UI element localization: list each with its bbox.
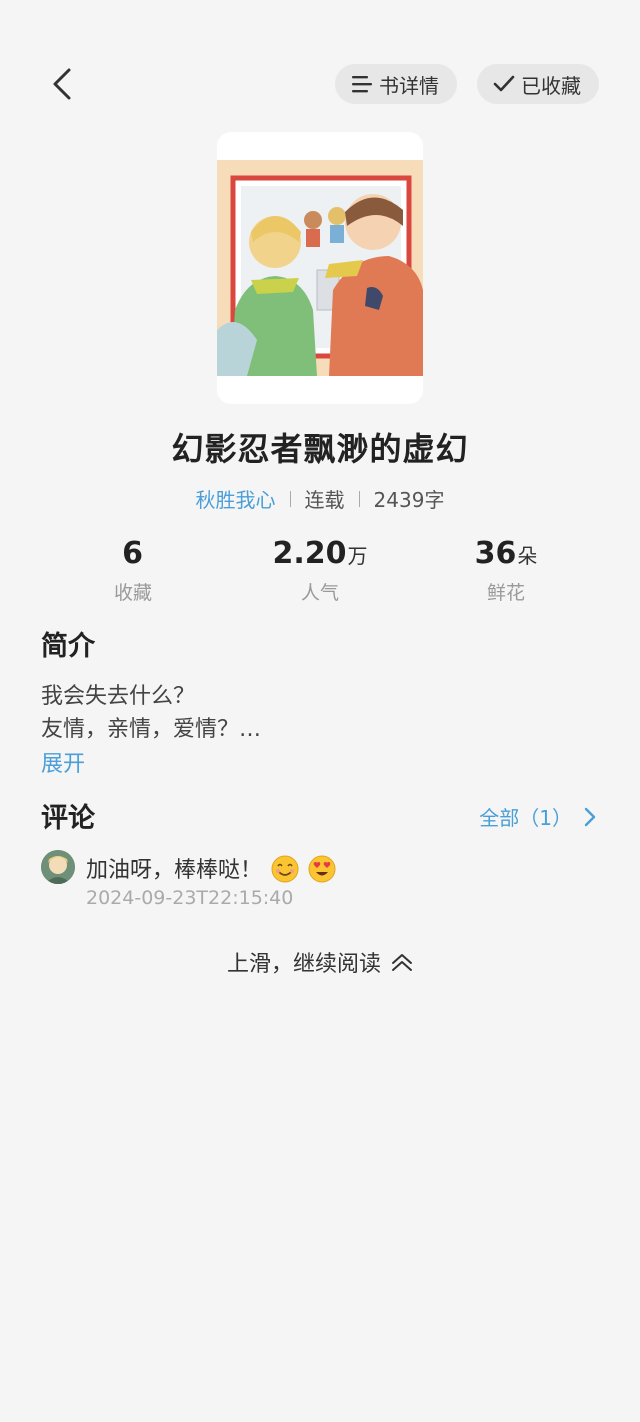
divider <box>358 490 360 507</box>
intro-text: 我会失去什么？ 友情，亲情，爱情？… <box>41 680 261 746</box>
continue-reading[interactable]: 上滑，继续阅读 <box>0 946 640 978</box>
list-icon <box>351 74 373 94</box>
stat-value: 6 <box>122 536 143 571</box>
book-detail-button[interactable]: 书详情 <box>335 64 457 104</box>
book-title: 幻影忍者飘渺的虚幻 <box>171 430 469 468</box>
comment-item: 加油呀，棒棒哒！ 2024-09-23T22:15:40 <box>41 850 601 914</box>
chevron-left-icon <box>53 68 71 100</box>
favorited-label: 已收藏 <box>521 73 581 98</box>
stat-label: 收藏 <box>113 582 152 604</box>
heart-eyes-icon <box>308 855 336 889</box>
divider <box>289 490 291 507</box>
comments-heading: 评论 <box>41 803 95 834</box>
favorited-button[interactable]: 已收藏 <box>477 64 599 104</box>
avatar[interactable] <box>41 850 75 884</box>
stat-flowers: 36朵 鲜花 <box>406 534 606 605</box>
all-comments-link[interactable]: 全部（1） <box>479 802 596 831</box>
book-meta: 秋胜我心 连载 2439字 <box>0 484 640 513</box>
back-button[interactable] <box>38 60 86 108</box>
stat-value: 36 <box>474 536 517 571</box>
comment-time: 2024-09-23T22:15:40 <box>86 887 294 909</box>
comment-text: 加油呀，棒棒哒！ <box>86 852 336 889</box>
stat-unit: 朵 <box>517 544 538 568</box>
continue-label: 上滑，继续阅读 <box>226 952 381 977</box>
chevron-right-icon <box>584 807 596 827</box>
double-chevron-up-icon <box>391 951 413 973</box>
all-comments-label: 全部（1） <box>479 806 572 830</box>
stat-label: 人气 <box>300 582 339 604</box>
word-count: 2439字 <box>373 488 445 512</box>
smiling-face-icon <box>271 855 299 889</box>
serial-status: 连载 <box>304 488 345 512</box>
check-icon <box>493 74 515 94</box>
intro-line: 我会失去什么？ <box>41 684 196 709</box>
book-detail-page: 书详情 已收藏 幻影忍者飘渺的虚幻 秋胜我心 连载 2439字 6 收藏 2.2… <box>0 0 640 1422</box>
author-link[interactable]: 秋胜我心 <box>196 484 276 513</box>
comment-body: 加油呀，棒棒哒！ <box>86 858 263 883</box>
book-detail-label: 书详情 <box>379 73 439 98</box>
stats-row: 6 收藏 2.20万 人气 36朵 鲜花 <box>0 534 640 604</box>
stat-label: 鲜花 <box>486 582 525 604</box>
stat-popularity: 2.20万 人气 <box>220 534 420 605</box>
intro-line: 友情，亲情，爱情？… <box>41 717 262 742</box>
stat-value: 2.20 <box>272 536 347 571</box>
cover-illustration <box>217 160 423 376</box>
stat-favorites: 6 收藏 <box>33 534 233 605</box>
stat-unit: 万 <box>347 544 368 568</box>
expand-button[interactable]: 展开 <box>41 746 85 778</box>
intro-heading: 简介 <box>41 631 95 662</box>
book-cover[interactable] <box>217 132 423 404</box>
